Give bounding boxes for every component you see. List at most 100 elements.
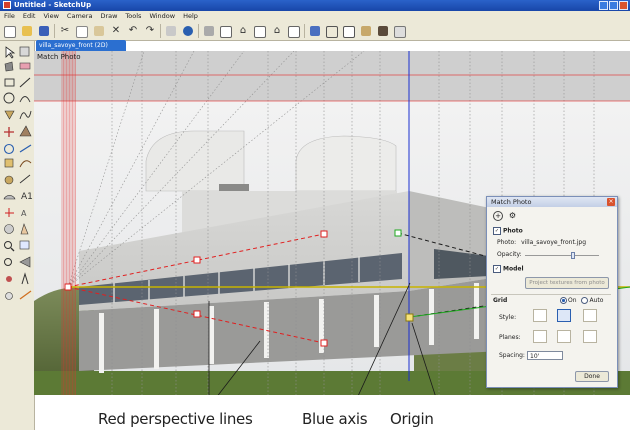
right-view-icon[interactable] [253,24,267,38]
add-photo-icon[interactable]: + [493,211,503,221]
erase-icon[interactable]: ✕ [109,24,123,38]
opacity-slider-thumb[interactable] [571,252,576,259]
select-icon[interactable] [5,46,16,59]
grid-auto-label: Auto [589,297,604,304]
svg-text:A1: A1 [21,192,33,202]
wireframe-style-icon[interactable] [325,24,339,38]
follow-me-icon[interactable] [19,144,32,153]
arc-icon[interactable] [19,96,31,103]
offset-icon[interactable] [19,160,32,168]
freehand-icon[interactable] [19,110,32,120]
monochrome-style-icon[interactable] [393,24,407,38]
xray-style-icon[interactable] [308,24,322,38]
photo-checkbox[interactable]: ✓ [493,227,501,235]
redo-icon[interactable]: ↷ [143,24,157,38]
menu-file[interactable]: File [4,11,15,21]
make-component-icon[interactable] [19,46,30,57]
text-icon[interactable]: A1 [21,192,33,202]
origin-grip[interactable] [405,313,414,322]
dialog-divider [491,294,611,295]
menu-window[interactable]: Window [149,11,175,21]
3d-text-icon[interactable]: A [21,209,27,218]
pan-icon[interactable] [20,223,29,235]
sketchup-app-icon [3,1,11,9]
paste-icon[interactable] [92,24,106,38]
dialog-close-icon[interactable]: × [607,198,615,206]
model-section-label: Model [503,265,524,273]
section-plane-icon[interactable] [19,290,32,300]
push-pull-icon[interactable] [19,125,32,137]
polygon-icon[interactable] [4,110,15,120]
plane-xy-icon[interactable] [533,330,547,343]
settings-icon[interactable]: ⚙ [509,211,516,220]
grid-style-3-icon[interactable] [583,309,597,322]
model-checkbox[interactable]: ✓ [493,265,501,273]
top-view-icon[interactable] [219,24,233,38]
menu-help[interactable]: Help [183,11,198,21]
zoom-icon[interactable] [4,241,15,252]
hidden-line-style-icon[interactable] [342,24,356,38]
dimension-icon[interactable] [19,174,31,184]
eraser-icon[interactable] [19,62,31,70]
open-icon[interactable] [20,24,34,38]
zoom-window-icon[interactable] [19,240,30,250]
paint-bucket-icon[interactable] [4,61,14,72]
grid-style-1-icon[interactable] [533,309,547,322]
line-icon[interactable] [19,77,31,88]
orbit-icon[interactable] [4,224,14,234]
rooftop-curved-wall [145,130,245,192]
plane-xz-icon[interactable] [557,330,571,343]
new-icon[interactable] [3,24,17,38]
iso-view-icon[interactable] [202,24,216,38]
grid-label: Grid [493,297,508,304]
protractor-icon[interactable] [3,195,16,200]
previous-view-icon[interactable] [19,256,31,268]
position-camera-icon[interactable] [6,276,12,282]
zoom-extents-icon[interactable] [4,258,12,266]
dialog-title-bar[interactable]: Match Photo × [487,197,617,207]
close-window-button[interactable] [619,1,628,10]
textured-style-icon[interactable] [376,24,390,38]
cut-icon[interactable]: ✂ [58,24,72,38]
tape-measure-icon[interactable] [4,175,14,185]
opacity-slider-track[interactable] [525,255,599,256]
menu-draw[interactable]: Draw [100,11,117,21]
grid-on-radio[interactable] [560,297,567,304]
maximize-button[interactable] [609,1,618,10]
scene-tab[interactable]: villa_savoye_front (2D) [36,40,126,51]
rotate-icon[interactable] [3,143,15,155]
move-icon[interactable] [4,127,14,137]
look-around-icon[interactable] [5,292,13,300]
grid-style-2-icon[interactable] [557,309,571,322]
axes-icon[interactable] [5,208,14,217]
front-view-icon[interactable]: ⌂ [236,24,250,38]
caption-blue-axis: Blue axis [302,410,368,428]
project-textures-button[interactable]: Project textures from photo [525,277,609,289]
save-icon[interactable] [37,24,51,38]
menu-view[interactable]: View [43,11,58,21]
menu-tools[interactable]: Tools [125,11,141,21]
left-view-icon[interactable] [287,24,301,38]
minimize-button[interactable] [599,1,608,10]
rectangle-icon[interactable] [4,78,15,87]
toolbar-separator [54,23,55,38]
walk-icon[interactable] [21,272,29,285]
done-button[interactable]: Done [575,371,609,382]
tool-icons: A1 A [3,46,33,300]
scale-icon[interactable] [4,158,14,168]
grid-auto-radio[interactable] [581,297,589,304]
shaded-style-icon[interactable] [359,24,373,38]
undo-icon[interactable]: ↶ [126,24,140,38]
match-photo-dialog: Match Photo × + ⚙ ✓ Photo Photo: villa_sa… [486,196,618,388]
plane-yz-icon[interactable] [583,330,597,343]
opacity-row: Opacity: [497,251,522,258]
svg-text:A: A [21,209,27,218]
back-view-icon[interactable]: ⌂ [270,24,284,38]
model-info-icon[interactable] [181,24,195,38]
spacing-input[interactable]: 10' [527,351,563,360]
circle-icon[interactable] [3,92,15,104]
print-icon[interactable] [164,24,178,38]
menu-edit[interactable]: Edit [23,11,36,21]
menu-camera[interactable]: Camera [67,11,93,21]
copy-icon[interactable] [75,24,89,38]
